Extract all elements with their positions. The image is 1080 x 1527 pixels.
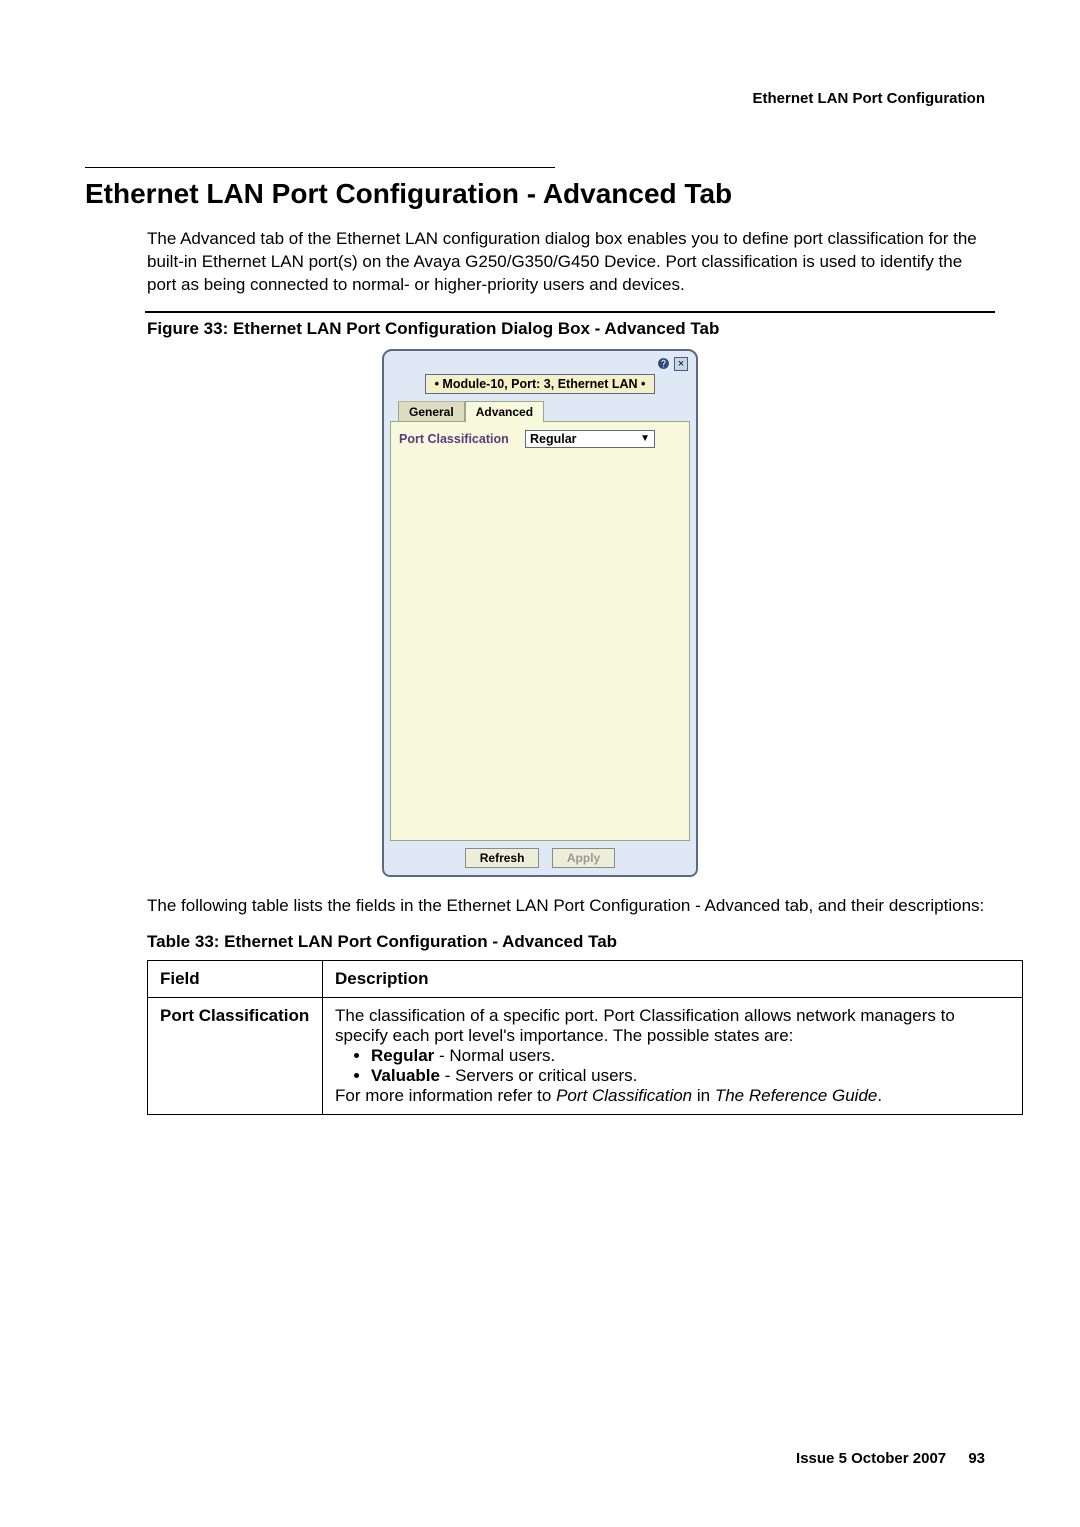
desc-line1: The classification of a specific port. P…: [335, 1006, 955, 1045]
dialog-button-row: Refresh Apply: [390, 841, 690, 869]
col-header-field: Field: [148, 960, 323, 997]
list-item: Regular - Normal users.: [371, 1046, 1010, 1066]
desc-last-em2: The Reference Guide: [715, 1086, 878, 1105]
help-icon[interactable]: [656, 357, 670, 372]
apply-button: Apply: [552, 848, 615, 868]
figure-rule-top: [145, 311, 995, 313]
port-classification-value: Regular: [530, 432, 577, 446]
section-title: Ethernet LAN Port Configuration - Advanc…: [85, 178, 995, 210]
desc-last-pre: For more information refer to: [335, 1086, 556, 1105]
port-classification-label: Port Classification: [399, 432, 525, 446]
tab-general[interactable]: General: [398, 401, 465, 422]
field-row: Port Classification Regular ▼: [399, 430, 681, 448]
tab-row: General Advanced: [398, 400, 690, 421]
desc-bullet-list: Regular - Normal users. Valuable - Serve…: [371, 1046, 1010, 1086]
intro-paragraph: The Advanced tab of the Ethernet LAN con…: [147, 228, 995, 297]
refresh-button[interactable]: Refresh: [465, 848, 540, 868]
bullet-bold: Valuable: [371, 1066, 440, 1085]
footer-issue: Issue 5 October 2007: [796, 1450, 946, 1467]
dialog-box: × • Module-10, Port: 3, Ethernet LAN • G…: [382, 349, 698, 877]
footer-page-number: 93: [968, 1450, 985, 1467]
desc-last-mid: in: [692, 1086, 715, 1105]
breadcrumb: • Module-10, Port: 3, Ethernet LAN •: [425, 374, 655, 394]
section-rule: [85, 167, 555, 168]
table-header-row: Field Description: [148, 960, 1023, 997]
list-item: Valuable - Servers or critical users.: [371, 1066, 1010, 1086]
description-table: Field Description Port Classification Th…: [147, 960, 1023, 1115]
port-classification-select[interactable]: Regular ▼: [525, 430, 655, 448]
figure-caption: Figure 33: Ethernet LAN Port Configurati…: [147, 319, 995, 339]
bullet-rest: - Servers or critical users.: [440, 1066, 637, 1085]
cell-field-text: Port Classification: [160, 1006, 309, 1025]
page-footer: Issue 5 October 2007 93: [796, 1450, 985, 1467]
desc-last-end: .: [877, 1086, 882, 1105]
table-row: Port Classification The classification o…: [148, 997, 1023, 1114]
dialog-titlebar: ×: [390, 357, 690, 374]
bullet-bold: Regular: [371, 1046, 434, 1065]
table-caption: Table 33: Ethernet LAN Port Configuratio…: [147, 932, 995, 952]
cell-description: The classification of a specific port. P…: [323, 997, 1023, 1114]
cell-field: Port Classification: [148, 997, 323, 1114]
chevron-down-icon: ▼: [640, 433, 650, 444]
tab-panel-advanced: Port Classification Regular ▼: [390, 421, 690, 841]
close-icon[interactable]: ×: [674, 357, 688, 371]
post-figure-paragraph: The following table lists the fields in …: [147, 895, 995, 918]
desc-last-em1: Port Classification: [556, 1086, 692, 1105]
running-header: Ethernet LAN Port Configuration: [85, 90, 995, 107]
col-header-description: Description: [323, 960, 1023, 997]
bullet-rest: - Normal users.: [434, 1046, 555, 1065]
tab-advanced[interactable]: Advanced: [465, 401, 544, 422]
